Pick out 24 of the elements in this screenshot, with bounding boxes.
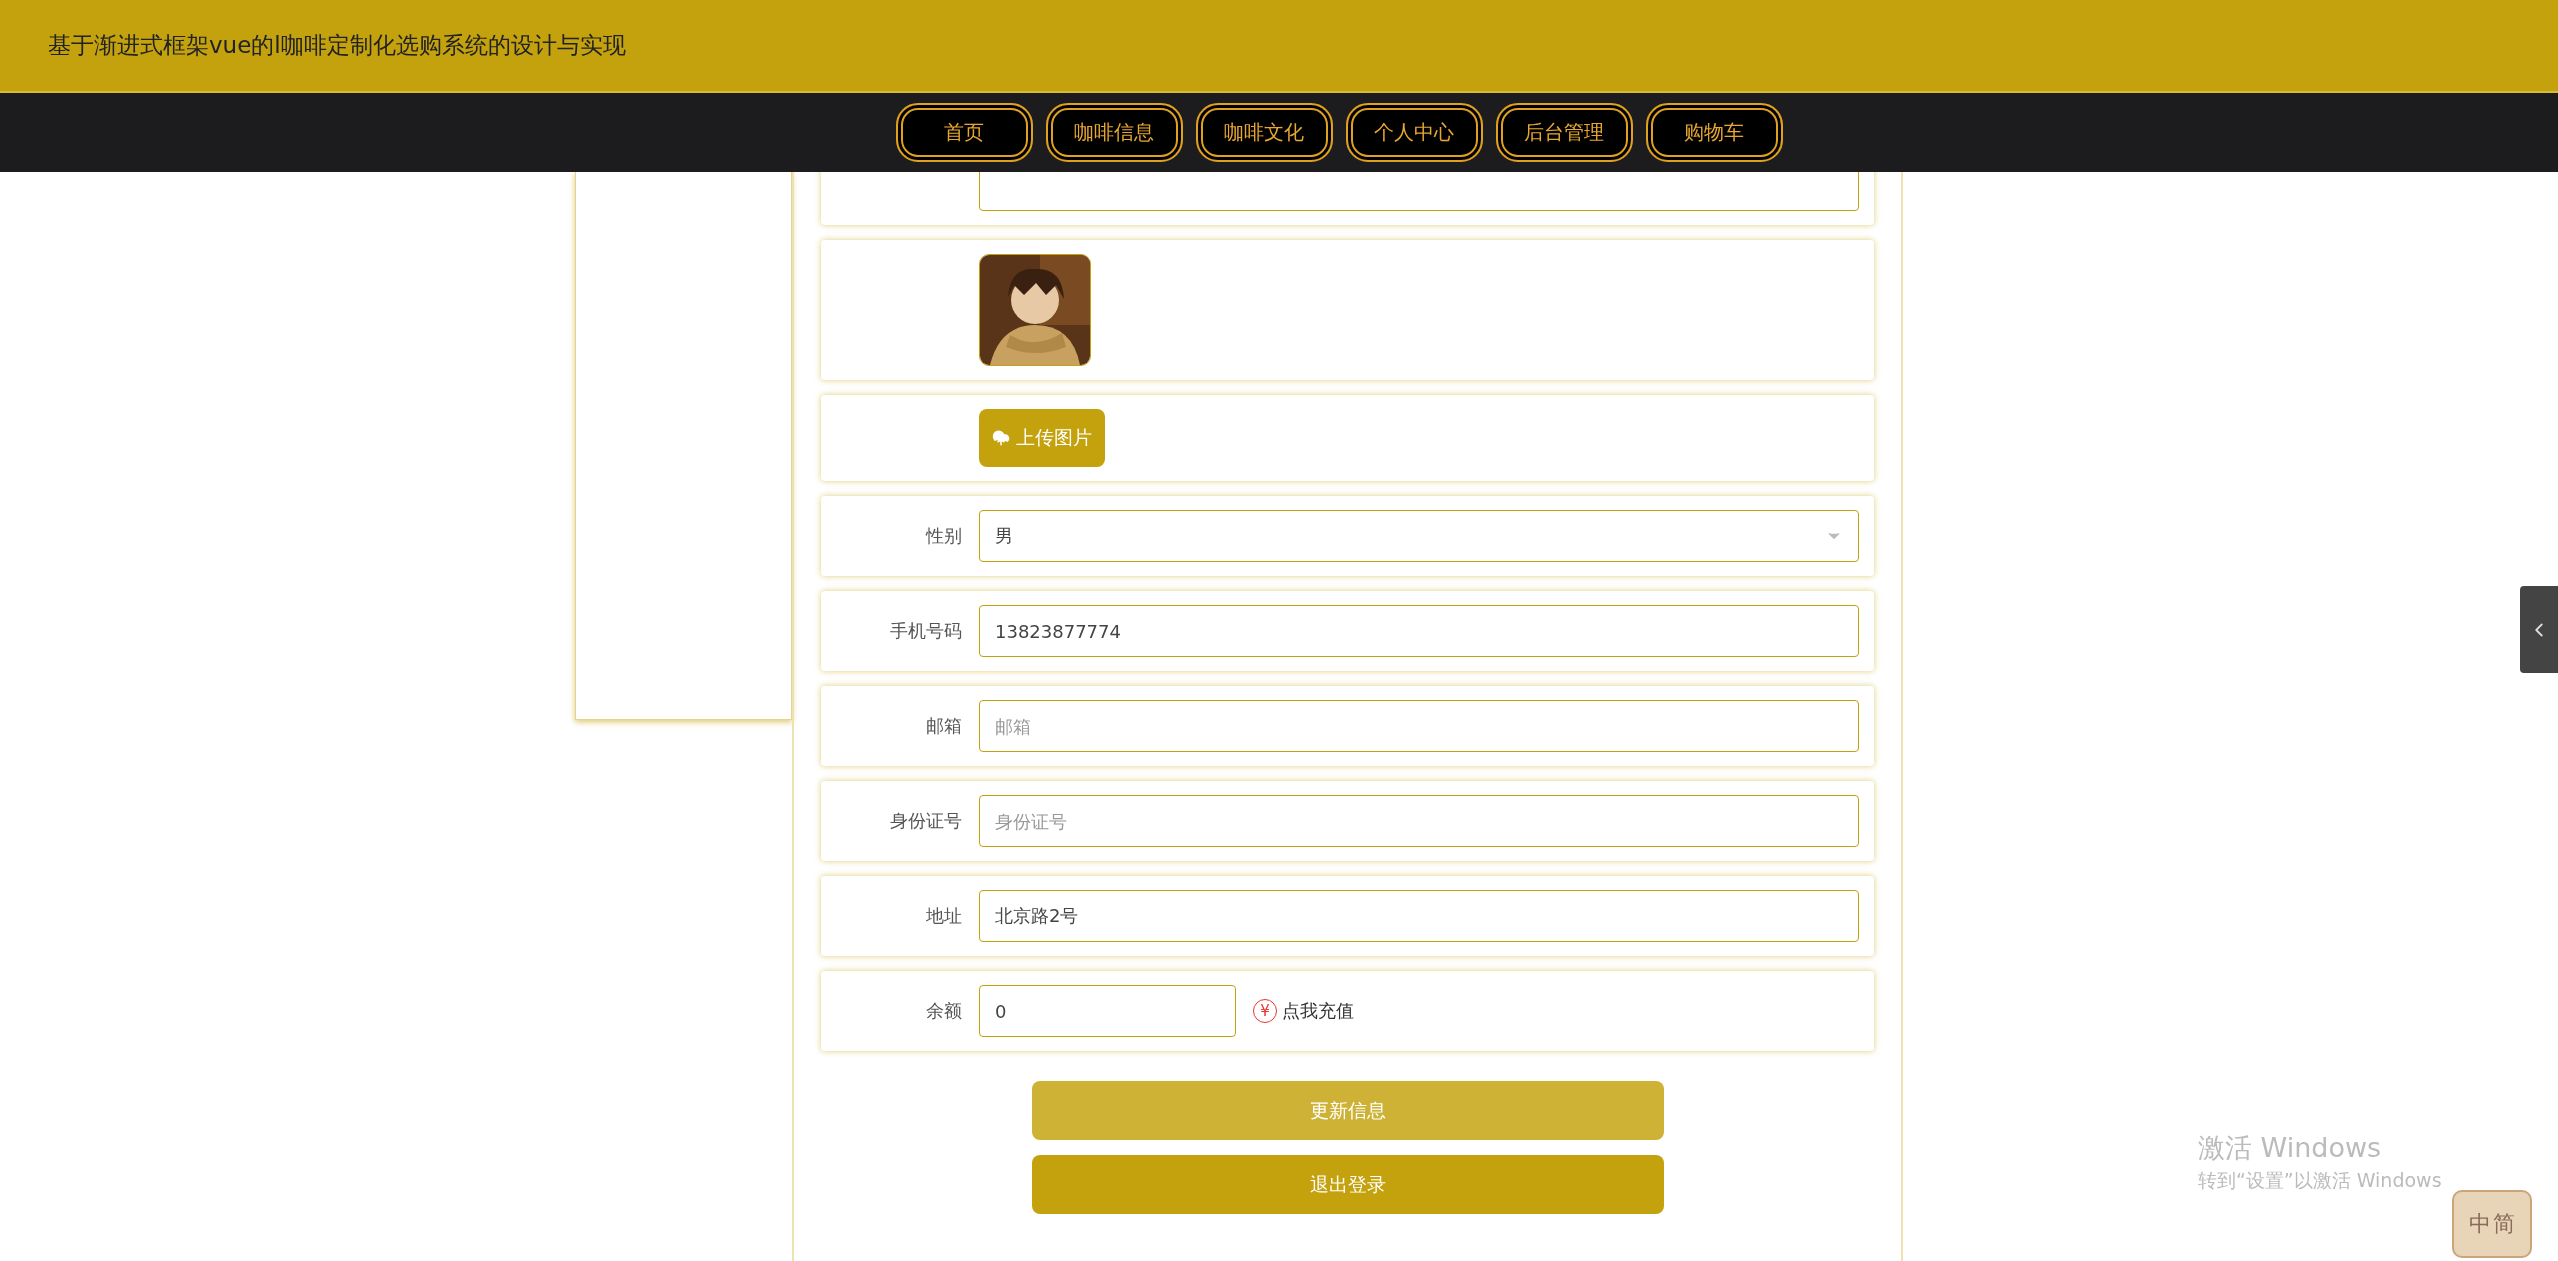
input-field[interactable]: 0	[979, 985, 1236, 1037]
site-title: 基于渐进式框架vue的l咖啡定制化选购系统的设计与实现	[48, 31, 626, 60]
input-field[interactable]	[979, 172, 1859, 211]
field-label: 邮箱	[925, 714, 962, 738]
input-field[interactable]: 邮箱	[979, 700, 1859, 752]
nav-button[interactable]: 咖啡文化	[1195, 103, 1333, 162]
field-label: 手机号码	[889, 619, 962, 643]
input-field[interactable]: 13823877774	[979, 605, 1859, 657]
field-label: 余额	[925, 999, 962, 1023]
cloud-upload-icon	[992, 429, 1010, 447]
activation-text: 转到“设置”以激活 Windows	[2198, 1168, 2442, 1193]
nav-button[interactable]: 后台管理	[1495, 103, 1633, 162]
field-label: 性别	[924, 524, 962, 548]
input-field[interactable]: 身份证号	[979, 795, 1859, 847]
nav-button[interactable]: 购物车	[1645, 103, 1783, 162]
recharge-link[interactable]: 点我充值	[1282, 999, 1354, 1023]
activation-title: 激活 Windows	[2198, 1131, 2383, 1165]
input-field[interactable]: 北京路2号	[979, 890, 1859, 942]
field-label: 身份证号	[889, 809, 962, 833]
nav-button[interactable]: 个人中心	[1345, 103, 1483, 162]
select-field[interactable]: 男	[979, 510, 1859, 562]
nav-button[interactable]: 首页	[895, 103, 1033, 162]
field-label: 地址	[925, 904, 962, 928]
nav-button[interactable]: 咖啡信息	[1045, 103, 1183, 162]
